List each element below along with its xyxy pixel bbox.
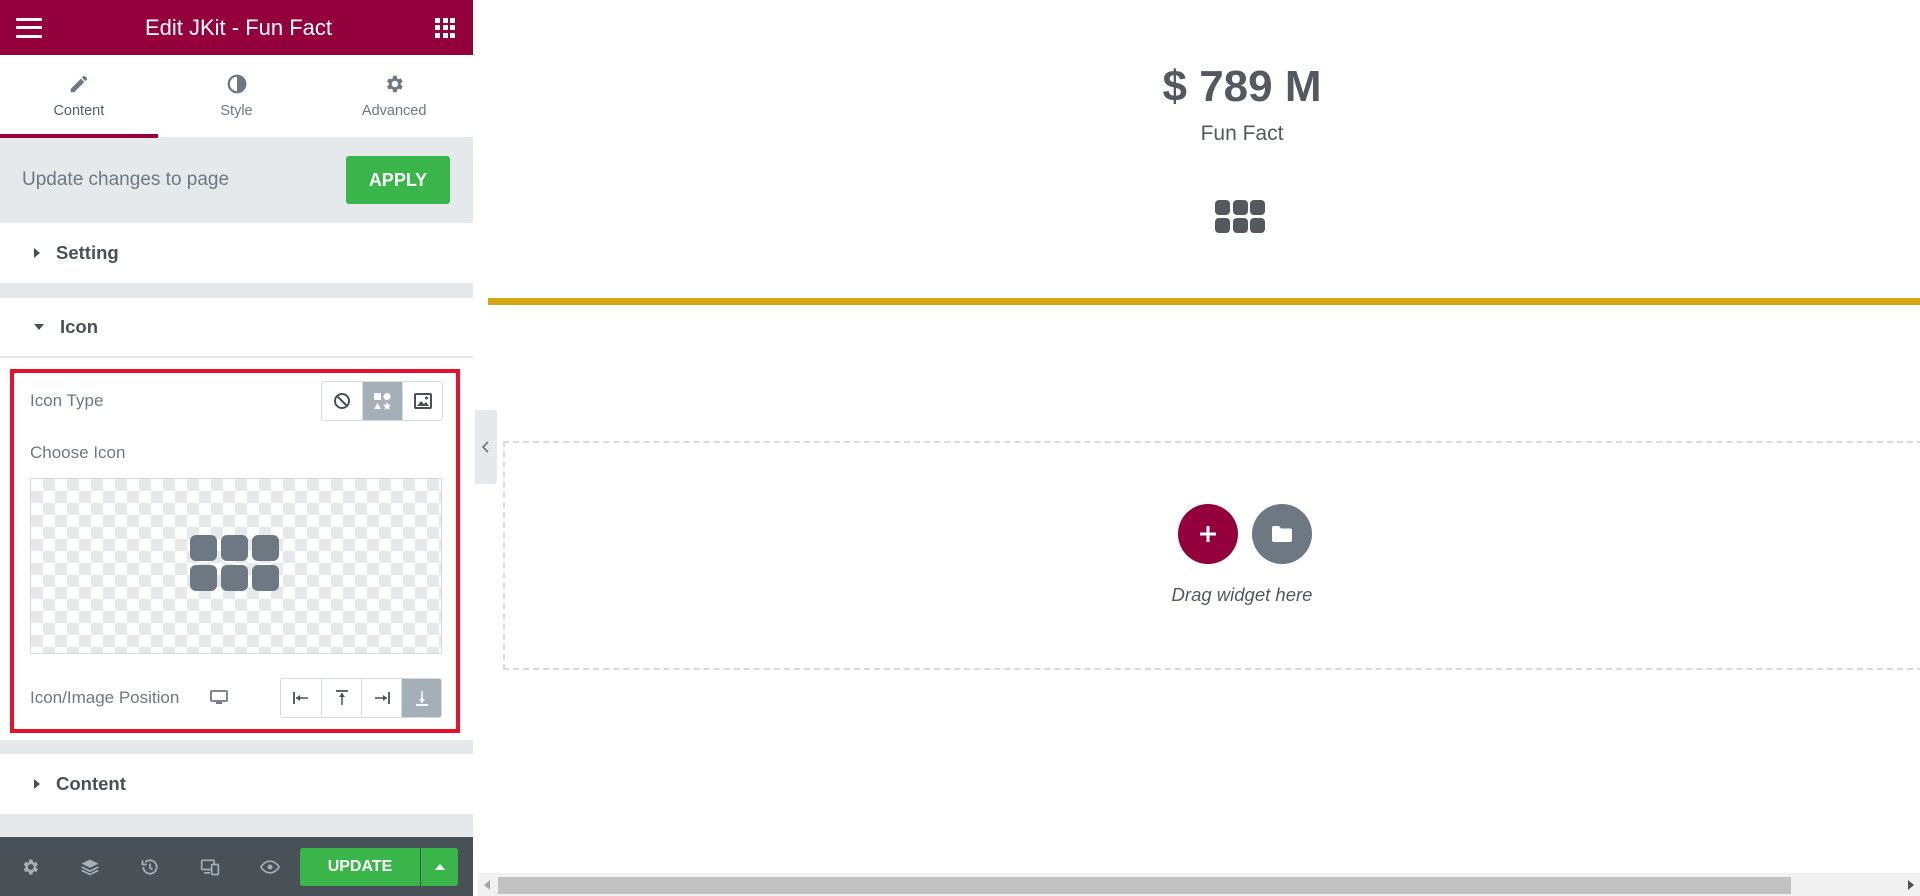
update-button[interactable]: UPDATE [300, 848, 420, 886]
grid-icon[interactable] [435, 17, 455, 38]
position-control [280, 678, 442, 718]
tab-style-label: Style [220, 103, 253, 119]
section-icon[interactable]: Icon [0, 298, 473, 357]
tab-style[interactable]: Style [158, 55, 316, 137]
pencil-icon [70, 75, 88, 93]
history-icon[interactable] [138, 855, 162, 879]
responsive-icon[interactable] [198, 855, 222, 879]
caret-up-icon [434, 864, 445, 870]
scroll-right-icon[interactable] [1908, 880, 1914, 890]
scroll-left-icon[interactable] [484, 880, 490, 890]
position-label: Icon/Image Position [30, 688, 180, 707]
scrollbar-thumb[interactable] [498, 877, 1791, 894]
plus-icon [1200, 526, 1216, 542]
choose-icon-label: Choose Icon [30, 443, 126, 462]
panel-collapse-toggle[interactable] [475, 410, 497, 484]
apply-bar: Update changes to page APPLY [0, 138, 473, 222]
update-options-button[interactable] [421, 848, 458, 886]
caret-right-icon [34, 779, 40, 789]
settings-icon[interactable] [18, 855, 42, 879]
chevron-left-icon [482, 441, 489, 453]
section-content-label: Content [56, 773, 126, 794]
apps-grid-icon [1215, 200, 1265, 233]
align-left-icon[interactable] [281, 679, 321, 717]
tab-advanced-label: Advanced [361, 103, 427, 119]
tab-advanced[interactable]: Advanced [315, 55, 473, 137]
editor-panel: Edit JKit - Fun Fact Content Style Advan… [0, 0, 473, 896]
gear-icon [387, 75, 403, 93]
navigator-icon[interactable] [78, 855, 102, 879]
hamburger-icon[interactable] [16, 17, 42, 38]
panel-tabs: Content Style Advanced [0, 55, 473, 138]
icon-picker-preview[interactable] [30, 478, 442, 654]
icon-library-icon[interactable] [362, 382, 402, 420]
add-section-button[interactable] [1178, 504, 1238, 564]
half-circle-icon [227, 74, 246, 94]
apps-grid-icon [190, 535, 279, 591]
align-bottom-icon[interactable] [401, 679, 441, 717]
divider-line [488, 298, 1920, 305]
align-right-icon[interactable] [361, 679, 401, 717]
section-setting[interactable]: Setting [0, 223, 473, 283]
tab-content-label: Content [53, 103, 105, 119]
apply-text: Update changes to page [22, 169, 230, 190]
drop-zone-text: Drag widget here [1171, 584, 1313, 605]
panel-header: Edit JKit - Fun Fact [0, 0, 473, 55]
funfact-title[interactable]: Fun Fact [1042, 122, 1442, 146]
caret-down-icon [34, 324, 44, 330]
none-icon[interactable] [322, 382, 362, 420]
template-library-button[interactable] [1252, 504, 1312, 564]
section-setting-label: Setting [56, 242, 119, 263]
desktop-icon[interactable] [210, 690, 228, 706]
section-icon-label: Icon [60, 316, 99, 337]
preview-eye-icon[interactable] [258, 855, 282, 879]
caret-right-icon [34, 248, 40, 258]
icon-type-label: Icon Type [30, 391, 104, 410]
panel-footer: UPDATE [0, 837, 473, 896]
horizontal-scrollbar[interactable] [478, 873, 1920, 896]
panel-title: Edit JKit - Fun Fact [144, 14, 333, 40]
funfact-number[interactable]: $ 789 M [1042, 62, 1442, 112]
folder-icon [1272, 526, 1292, 542]
image-icon[interactable] [402, 382, 442, 420]
section-content[interactable]: Content [0, 754, 473, 814]
align-top-icon[interactable] [321, 679, 361, 717]
tab-content[interactable]: Content [0, 55, 158, 138]
apply-button[interactable]: APPLY [346, 156, 450, 204]
icon-type-control [321, 381, 443, 421]
